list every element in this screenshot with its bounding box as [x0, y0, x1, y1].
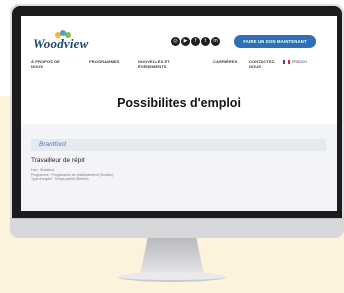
- nav-item-news-events[interactable]: NOUVELLES ET ÉVÉNEMENTS: [138, 59, 170, 70]
- site-logo[interactable]: Woodview: [33, 30, 103, 52]
- nav-item-programs[interactable]: PROGRAMMES: [89, 59, 120, 65]
- donate-button[interactable]: FAIRE UN DON MAINTENANT: [234, 35, 316, 48]
- language-label: FRENCH: [292, 60, 307, 64]
- social-links: ◎ ▶ f t in: [171, 37, 220, 46]
- nav-item-careers[interactable]: CARRIÈRES: [213, 59, 237, 65]
- logo-text: Woodview: [33, 36, 89, 51]
- location-section-bar[interactable]: [31, 139, 326, 151]
- nav-item-about[interactable]: À PROPOS DE NOUS: [31, 59, 60, 70]
- youtube-icon[interactable]: ▶: [181, 37, 190, 46]
- job-meta: Lieu : Brantford Programme : Programmes …: [31, 168, 113, 182]
- linkedin-icon[interactable]: in: [211, 37, 220, 46]
- location-section-title[interactable]: Brantford: [39, 141, 66, 148]
- monitor-chin: [10, 218, 344, 238]
- page-title: Possibilites d'emploi: [117, 96, 241, 110]
- nav-item-contact[interactable]: CONTACTEZ- NOUS: [249, 59, 276, 70]
- facebook-icon[interactable]: f: [191, 37, 200, 46]
- monitor-screen: Woodview ◎ ▶ f t in FAIRE UN DON MAINTEN…: [21, 16, 337, 211]
- instagram-icon[interactable]: ◎: [171, 37, 180, 46]
- job-type: Type d'emploi : Temps partiel (Relève): [31, 177, 89, 182]
- french-flag-icon: [283, 60, 290, 64]
- job-title[interactable]: Travailleur de répit: [31, 157, 85, 164]
- language-selector[interactable]: FRENCH: [283, 60, 307, 64]
- twitter-icon[interactable]: t: [201, 37, 210, 46]
- monitor-stand-base: [118, 272, 226, 282]
